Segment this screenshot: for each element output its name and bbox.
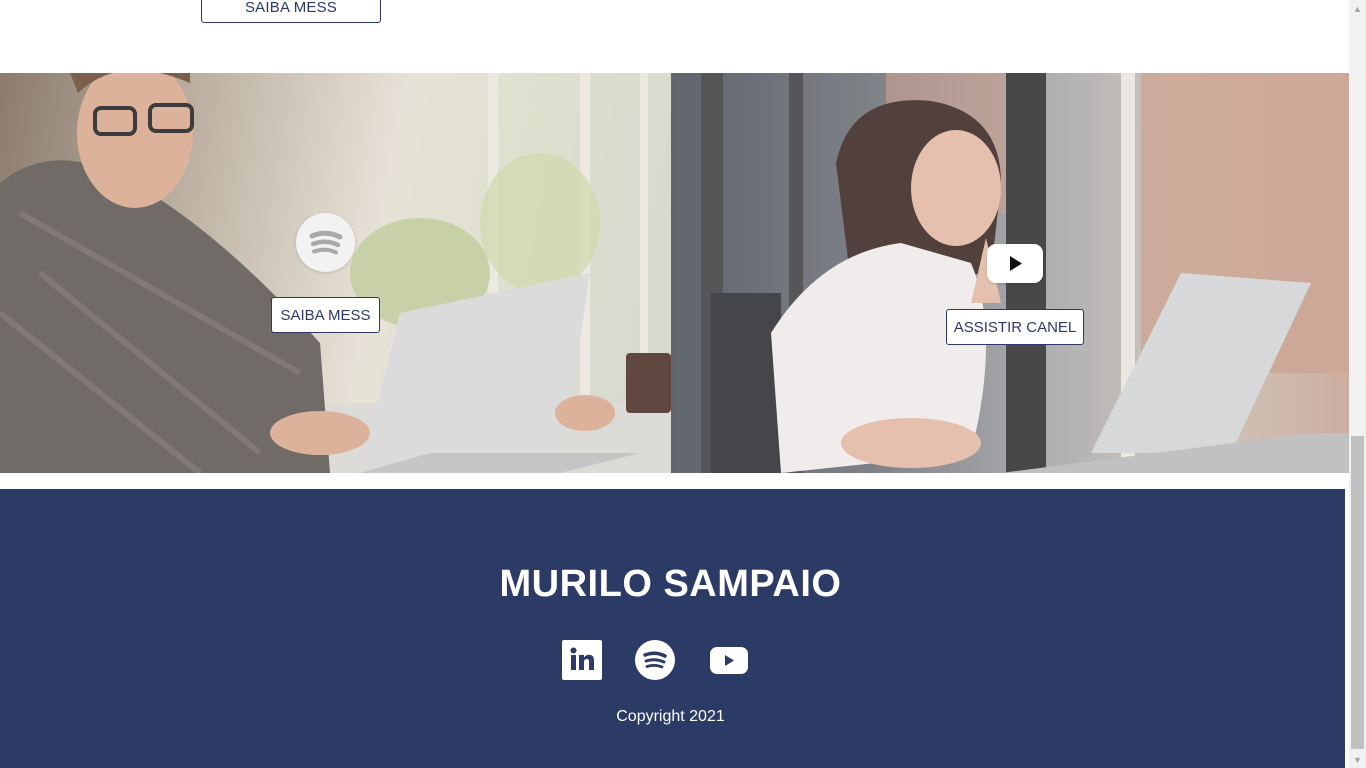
saiba-mess-button[interactable]: SAIBA MESS (271, 297, 380, 333)
assistir-canel-button[interactable]: ASSISTIR CANEL (946, 309, 1084, 345)
spotify-icon[interactable] (635, 640, 675, 680)
saiba-mess-button-top[interactable]: SAIBA MESS (201, 0, 381, 23)
panel-overlay (0, 73, 671, 473)
scroll-up-arrow-icon[interactable]: ▲ (1349, 0, 1366, 17)
youtube-icon (987, 244, 1043, 283)
spotify-icon (296, 213, 355, 272)
scroll-down-arrow-icon[interactable]: ▼ (1349, 751, 1366, 768)
spotify-panel: SAIBA MESS (0, 73, 671, 473)
youtube-icon[interactable] (710, 647, 748, 674)
footer-title: MURILO SAMPAIO (499, 563, 842, 605)
vertical-scrollbar[interactable]: ▲ ▼ (1349, 0, 1366, 768)
page: SAIBA MESS SAIBA MESS ASSISTIR CANEL MUR… (0, 0, 1349, 768)
copyright-text: Copyright 2021 (616, 708, 725, 725)
scrollbar-thumb[interactable] (1351, 436, 1364, 749)
media-panels: SAIBA MESS ASSISTIR CANEL (0, 73, 1349, 473)
linkedin-icon[interactable] (562, 640, 602, 680)
footer: MURILO SAMPAIO Copyright 2021 (0, 489, 1345, 768)
